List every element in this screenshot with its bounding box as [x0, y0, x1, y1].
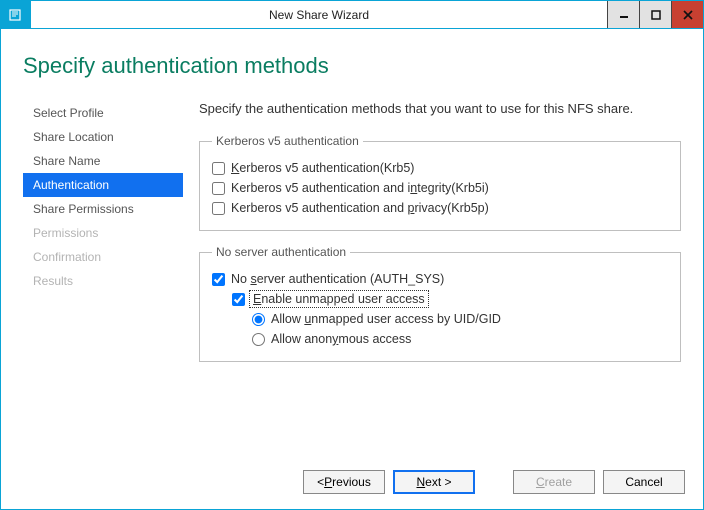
title-bar: New Share Wizard: [1, 1, 703, 29]
unmapped-radio[interactable]: [252, 333, 265, 346]
sidebar-item-share-location[interactable]: Share Location: [23, 125, 183, 149]
columns: Select ProfileShare LocationShare NameAu…: [23, 101, 681, 455]
noauth-legend: No server authentication: [212, 245, 350, 259]
kerberos-option-label: Kerberos v5 authentication and privacy(K…: [231, 201, 489, 215]
window-controls: [607, 1, 703, 28]
unmapped-checkbox-row[interactable]: Enable unmapped user access: [232, 289, 668, 309]
sidebar-item-share-permissions[interactable]: Share Permissions: [23, 197, 183, 221]
app-icon: [1, 1, 31, 28]
unmapped-radio-row[interactable]: Allow anonymous access: [252, 329, 668, 349]
minimize-button[interactable]: [607, 1, 639, 28]
sidebar-item-authentication[interactable]: Authentication: [23, 173, 183, 197]
unmapped-radio-row[interactable]: Allow unmapped user access by UID/GID: [252, 309, 668, 329]
kerberos-option-row[interactable]: Kerberos v5 authentication and integrity…: [212, 178, 668, 198]
kerberos-option-row[interactable]: Kerberos v5 authentication and privacy(K…: [212, 198, 668, 218]
unmapped-label: Enable unmapped user access: [251, 292, 427, 306]
create-button: Create: [513, 470, 595, 494]
sidebar-item-confirmation: Confirmation: [23, 245, 183, 269]
kerberos-option-row[interactable]: Kerberos v5 authentication(Krb5): [212, 158, 668, 178]
main-panel: Specify the authentication methods that …: [199, 101, 681, 455]
kerberos-legend: Kerberos v5 authentication: [212, 134, 363, 148]
authsys-checkbox-row[interactable]: No server authentication (AUTH_SYS): [212, 269, 668, 289]
page-heading: Specify authentication methods: [23, 53, 681, 79]
kerberos-option-label: Kerberos v5 authentication(Krb5): [231, 161, 414, 175]
unmapped-checkbox[interactable]: [232, 293, 245, 306]
wizard-footer: < Previous Next > Create Cancel: [1, 455, 703, 509]
kerberos-option-checkbox[interactable]: [212, 182, 225, 195]
noauth-group: No server authentication No server authe…: [199, 245, 681, 362]
window-title: New Share Wizard: [31, 1, 607, 28]
unmapped-radio-label: Allow unmapped user access by UID/GID: [271, 312, 501, 326]
kerberos-group: Kerberos v5 authentication Kerberos v5 a…: [199, 134, 681, 231]
sidebar-item-permissions: Permissions: [23, 221, 183, 245]
cancel-button[interactable]: Cancel: [603, 470, 685, 494]
sidebar-item-share-name[interactable]: Share Name: [23, 149, 183, 173]
wizard-steps-sidebar: Select ProfileShare LocationShare NameAu…: [23, 101, 183, 455]
authsys-checkbox[interactable]: [212, 273, 225, 286]
wizard-body: Specify authentication methods Select Pr…: [1, 29, 703, 455]
sidebar-item-results: Results: [23, 269, 183, 293]
next-button[interactable]: Next >: [393, 470, 475, 494]
kerberos-option-checkbox[interactable]: [212, 202, 225, 215]
unmapped-radio[interactable]: [252, 313, 265, 326]
maximize-button[interactable]: [639, 1, 671, 28]
unmapped-radio-label: Allow anonymous access: [271, 332, 411, 346]
previous-button[interactable]: < Previous: [303, 470, 385, 494]
kerberos-option-label: Kerberos v5 authentication and integrity…: [231, 181, 489, 195]
kerberos-option-checkbox[interactable]: [212, 162, 225, 175]
authsys-label: No server authentication (AUTH_SYS): [231, 272, 444, 286]
page-instruction: Specify the authentication methods that …: [199, 101, 681, 116]
close-button[interactable]: [671, 1, 703, 28]
wizard-window: New Share Wizard Specify authentication …: [0, 0, 704, 510]
sidebar-item-select-profile[interactable]: Select Profile: [23, 101, 183, 125]
